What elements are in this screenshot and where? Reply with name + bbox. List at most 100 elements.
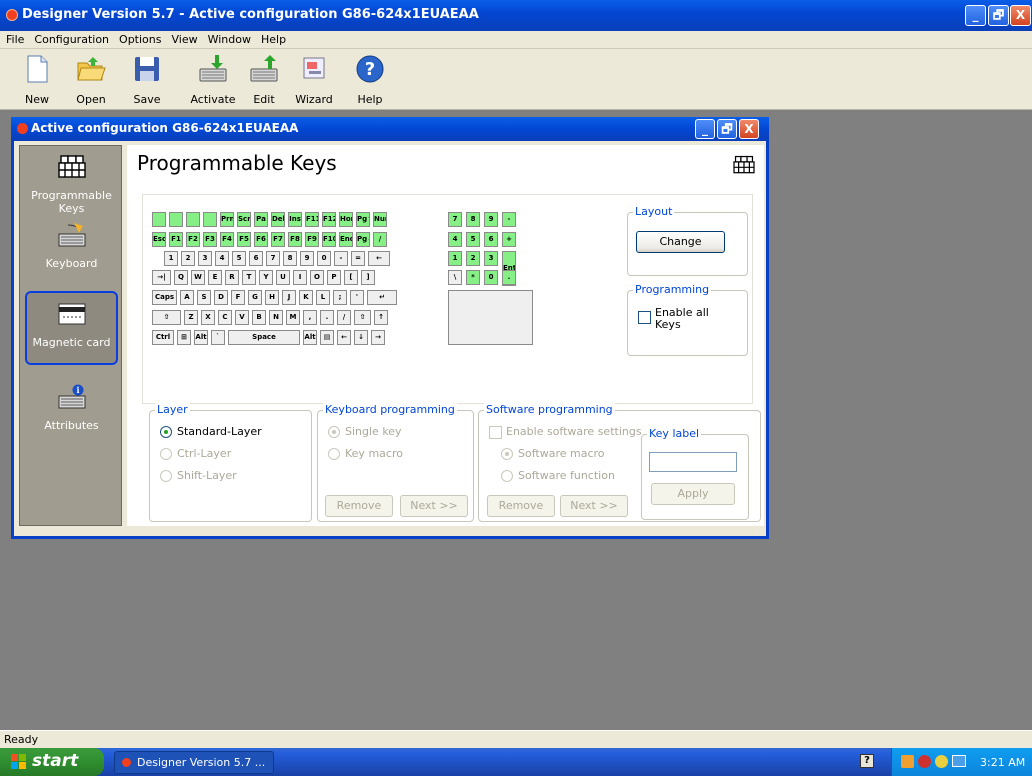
key-End[interactable]: End xyxy=(339,232,353,247)
menu-view[interactable]: View xyxy=(165,31,201,46)
sidebar-item-attributes[interactable]: i Attributes xyxy=(20,384,123,432)
key-R[interactable]: R xyxy=(225,270,239,285)
volume-icon[interactable] xyxy=(935,755,948,768)
key-3[interactable]: 3 xyxy=(484,251,498,266)
key-K[interactable]: K xyxy=(299,290,313,305)
key-3[interactable]: 3 xyxy=(198,251,212,266)
key-x[interactable]: ← xyxy=(337,330,351,345)
key-H[interactable]: H xyxy=(265,290,279,305)
key-x[interactable]: ; xyxy=(333,290,347,305)
key-Pa[interactable]: Pa xyxy=(254,212,268,227)
key-x[interactable]: ↵ xyxy=(367,290,397,305)
next-macro-button[interactable]: Next >> xyxy=(400,495,468,517)
key-x[interactable]: + xyxy=(502,232,516,247)
key-F7[interactable]: F7 xyxy=(271,232,285,247)
key-5[interactable]: 5 xyxy=(232,251,246,266)
key-x[interactable]: - xyxy=(334,251,348,266)
key-Alt[interactable]: Alt xyxy=(194,330,208,345)
new-button[interactable]: New xyxy=(25,49,49,109)
key-W[interactable]: W xyxy=(191,270,205,285)
key-9[interactable]: 9 xyxy=(484,212,498,227)
key-Prn[interactable]: Prn xyxy=(220,212,234,227)
key-V[interactable]: V xyxy=(235,310,249,325)
key-0[interactable]: 0 xyxy=(317,251,331,266)
key-x[interactable]: ↓ xyxy=(354,330,368,345)
key-N[interactable]: N xyxy=(269,310,283,325)
start-button[interactable]: start xyxy=(0,748,104,776)
key-xx[interactable]: →| xyxy=(152,270,171,285)
minimize-button[interactable]: _ xyxy=(965,5,986,26)
key-x[interactable]: ` xyxy=(211,330,225,345)
key-8[interactable]: 8 xyxy=(283,251,297,266)
key-C[interactable]: C xyxy=(218,310,232,325)
key-F9[interactable]: F9 xyxy=(305,232,319,247)
child-close-button[interactable]: X xyxy=(739,119,759,139)
remove-macro-button[interactable]: Remove xyxy=(325,495,393,517)
key-8[interactable]: 8 xyxy=(466,212,480,227)
apply-button[interactable]: Apply xyxy=(651,483,735,505)
key-4[interactable]: 4 xyxy=(215,251,229,266)
child-title-bar[interactable]: Active configuration G86-624x1EUAEAA _ 🗗… xyxy=(11,117,769,141)
radio-dot[interactable] xyxy=(501,448,513,460)
key-x[interactable]: , xyxy=(303,310,317,325)
close-button[interactable]: X xyxy=(1010,5,1031,26)
edit-button[interactable]: Edit xyxy=(249,49,279,109)
shift-layer-radio[interactable]: Shift-Layer xyxy=(160,469,237,482)
standard-layer-radio[interactable]: Standard-Layer xyxy=(160,425,262,438)
key-x[interactable]: ← xyxy=(368,251,390,266)
key-F6[interactable]: F6 xyxy=(254,232,268,247)
key-F10[interactable]: F10 xyxy=(322,232,336,247)
next-software-button[interactable]: Next >> xyxy=(560,495,628,517)
menu-file[interactable]: File xyxy=(0,31,28,46)
key-x[interactable]: ] xyxy=(361,270,375,285)
ctrl-layer-radio[interactable]: Ctrl-Layer xyxy=(160,447,231,460)
key-2[interactable]: 2 xyxy=(181,251,195,266)
key-0[interactable]: 0 xyxy=(484,270,498,285)
key-Q[interactable]: Q xyxy=(174,270,188,285)
key-O[interactable]: O xyxy=(310,270,324,285)
key-Hom[interactable]: Hom xyxy=(339,212,353,227)
software-function-radio[interactable]: Software function xyxy=(501,469,615,482)
key-F11[interactable]: F11 xyxy=(305,212,319,227)
key-F2[interactable]: F2 xyxy=(186,232,200,247)
key-blank[interactable] xyxy=(186,212,200,227)
key-Del[interactable]: Del xyxy=(271,212,285,227)
key-6[interactable]: 6 xyxy=(249,251,263,266)
key-Ctrl[interactable]: Ctrl xyxy=(152,330,174,345)
key-J[interactable]: J xyxy=(282,290,296,305)
checkbox-box[interactable] xyxy=(489,425,502,439)
tray-app-icon[interactable] xyxy=(901,755,914,768)
key-blank[interactable] xyxy=(152,212,166,227)
key-x[interactable]: = xyxy=(351,251,365,266)
key-Pgx[interactable]: Pg↓ xyxy=(356,232,370,247)
key-x[interactable]: * xyxy=(466,270,480,285)
key-5[interactable]: 5 xyxy=(466,232,480,247)
key-F[interactable]: F xyxy=(231,290,245,305)
menu-help[interactable]: Help xyxy=(255,31,290,46)
activate-button[interactable]: Activate xyxy=(190,49,236,109)
key-Pgx[interactable]: Pg↑ xyxy=(356,212,370,227)
radio-dot[interactable] xyxy=(501,470,513,482)
key-x[interactable]: → xyxy=(371,330,385,345)
key-L[interactable]: L xyxy=(316,290,330,305)
sidebar-item-programmable-keys[interactable]: Programmable Keys xyxy=(20,154,123,215)
change-button[interactable]: Change xyxy=(636,231,725,253)
key-Caps[interactable]: Caps xyxy=(152,290,177,305)
key-x[interactable]: ⊞ xyxy=(177,330,191,345)
key-x[interactable]: / xyxy=(373,232,387,247)
key-F5[interactable]: F5 xyxy=(237,232,251,247)
help-tray-icon[interactable]: ? xyxy=(860,754,874,768)
key-x[interactable]: - xyxy=(502,212,516,227)
menu-window[interactable]: Window xyxy=(202,31,255,46)
key-I[interactable]: I xyxy=(293,270,307,285)
child-maximize-button[interactable]: 🗗 xyxy=(717,119,737,139)
radio-dot[interactable] xyxy=(160,426,172,438)
key-macro-radio[interactable]: Key macro xyxy=(328,447,403,460)
wizard-button[interactable]: Wizard xyxy=(295,49,333,109)
software-macro-radio[interactable]: Software macro xyxy=(501,447,605,460)
key-F3[interactable]: F3 xyxy=(203,232,217,247)
key-x[interactable]: ↑ xyxy=(374,310,388,325)
sidebar-item-magnetic-card[interactable]: Magnetic card xyxy=(25,291,118,365)
key-U[interactable]: U xyxy=(276,270,290,285)
key-x[interactable]: ⇧ xyxy=(354,310,371,325)
